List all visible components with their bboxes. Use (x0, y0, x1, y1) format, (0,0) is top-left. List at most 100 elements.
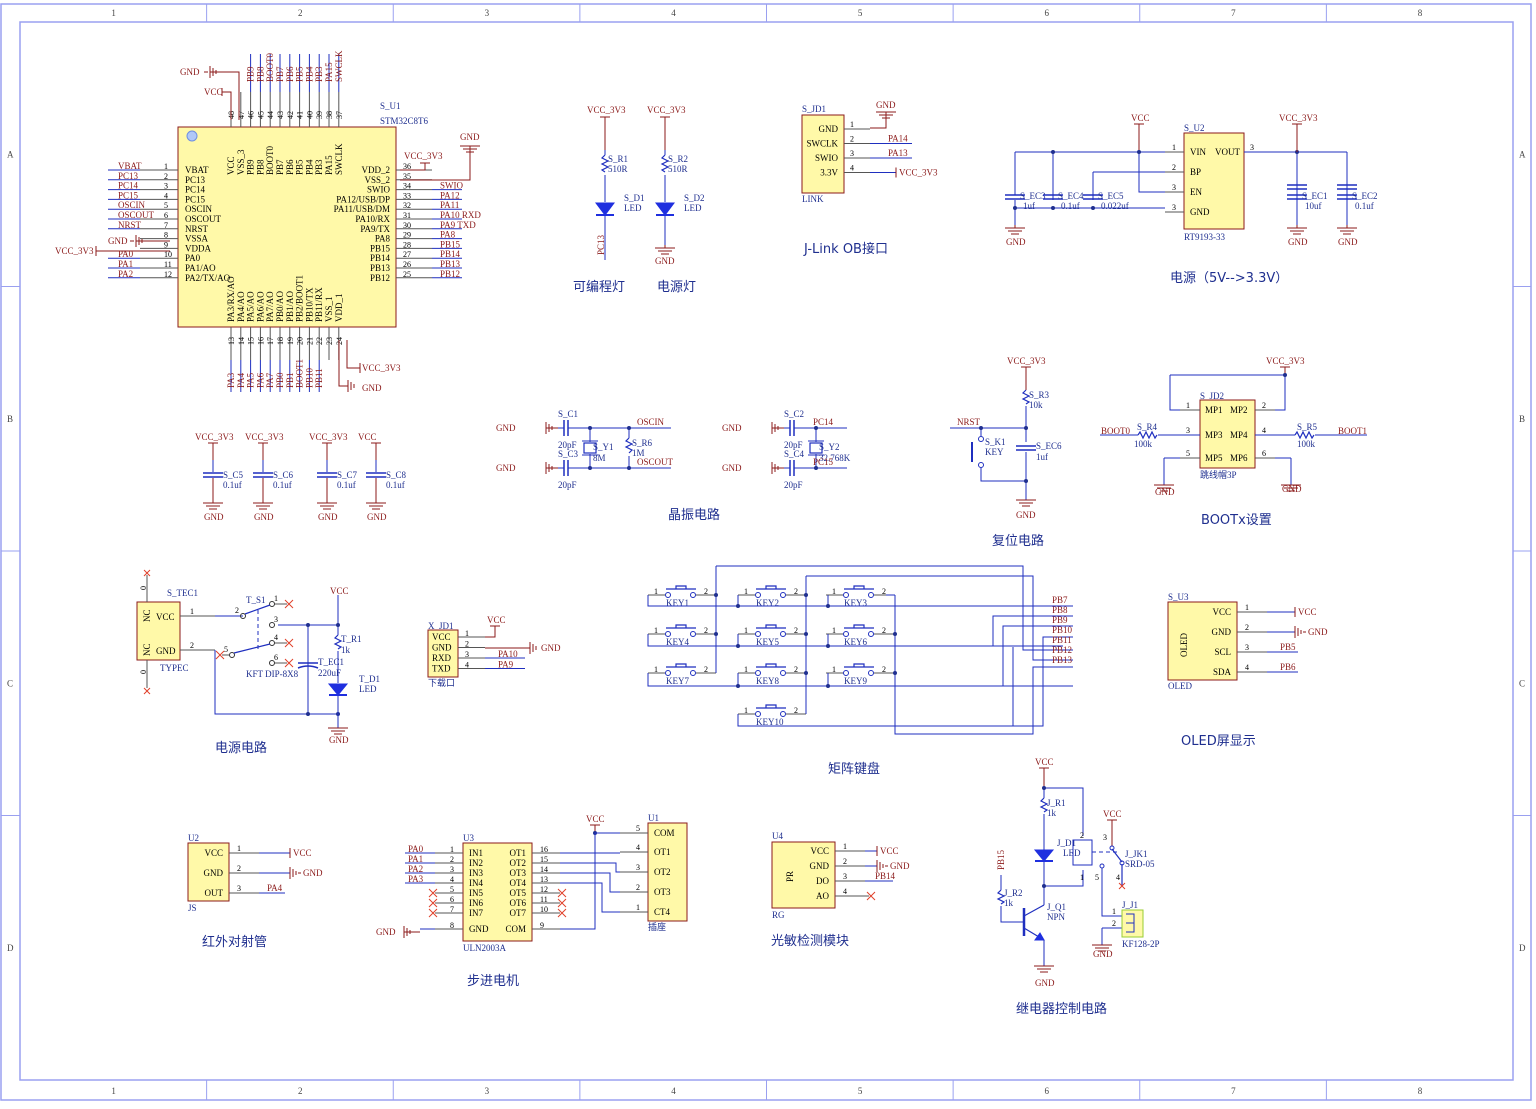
key-button-icon (756, 585, 786, 590)
stepper-pin-number: 2 (450, 855, 454, 864)
stepper-pin-name: OT4 (510, 878, 527, 888)
reset-net: NRST (957, 417, 981, 427)
reg-pin-name: EN (1190, 187, 1202, 197)
pwr-conn-nc2: NC (142, 643, 152, 656)
mcu-net-label: VBAT (118, 161, 142, 171)
crystal-cap-des: S_C1 (558, 409, 578, 419)
download-port: X_JD1 下载口 VCC 1GND 2RXD 3 PA10TXD 4 PA9 VCC GN… (427, 615, 561, 688)
key-contact (665, 670, 671, 676)
mcu-net-label: PB6 (285, 66, 295, 82)
stepper-pin-name: OT7 (510, 908, 527, 918)
vcc-label: VCC (293, 848, 312, 858)
mcu-pin-name: PB4 (304, 159, 314, 175)
light-title: 光敏检测模块 (771, 934, 849, 949)
stepper-net: PA1 (408, 854, 423, 864)
reg-cap-des: S_EC4 (1058, 191, 1084, 201)
stepper-pin-name: IN5 (469, 888, 483, 898)
key-contact (755, 670, 761, 676)
mcu-gnd-bottom: GND (362, 383, 382, 393)
pwr-gnd: GND (329, 735, 349, 745)
boot-gnd-1: GND (1155, 487, 1175, 497)
dl-net: PA9 (498, 660, 514, 670)
stepper-pin-name: COM (505, 924, 526, 934)
mcu-net-label: PA2 (118, 269, 133, 279)
mcu-pin-name: PB15 (370, 243, 391, 253)
decap-des: S_C8 (386, 470, 407, 480)
relay-net: PB15 (996, 849, 1006, 870)
crystal-gnd: GND (496, 423, 516, 433)
switch-pin-number: 2 (235, 606, 239, 615)
key-contact (755, 592, 761, 598)
power-led-title: 电源灯 (657, 280, 696, 295)
gnd-label: GND (1288, 237, 1308, 247)
module-pin-number: 2 (843, 857, 847, 866)
keypad-net: PB8 (1052, 605, 1068, 615)
stepper-circuit: U3 ULN2003A U1 插座 VCC GND 步进电机 1 IN1 PA0 2 I… (376, 813, 688, 989)
stepper-sock-pin-name: OT3 (654, 887, 671, 897)
decap-value: 0.1uf (337, 480, 356, 490)
stepper-pin-number: 10 (540, 905, 548, 914)
ground-icon (1005, 225, 1025, 235)
frame-col-bottom: 1 (111, 1086, 116, 1096)
pin1-marker (186, 130, 198, 142)
boot-r5-des: S_R5 (1297, 422, 1318, 432)
crystal-des: S_Y1 (593, 442, 614, 452)
mcu-pin-name: VCC (226, 156, 236, 175)
crystal-value: 8M (593, 453, 606, 463)
mcu-pin-number: 14 (237, 337, 246, 345)
switch-contact (229, 652, 235, 658)
reg-cap-value: 0.1uf (1061, 201, 1080, 211)
reg-pin-number: 3 (1172, 183, 1176, 192)
pwr-c-val: 220uF (318, 668, 341, 678)
mcu-pin-number: 2 (164, 172, 168, 181)
dl-pin-name: RXD (432, 653, 452, 663)
frame-col-bottom: 4 (671, 1086, 676, 1096)
mcu-pin-number: 35 (403, 172, 411, 181)
mcu-net-label: BOOT0 (265, 53, 275, 82)
jlink-title: J-Link OB接口 (803, 241, 888, 257)
jlink-part: LINK (802, 194, 824, 204)
power-led-r-val: 510R (668, 164, 688, 174)
key-button-icon (756, 663, 786, 668)
mcu-pin-number: 38 (325, 111, 334, 119)
boot-pin-number: 2 (1262, 401, 1266, 410)
pwr-conn-pin-gnd: GND (156, 646, 176, 656)
mcu-net-label: SWIO (440, 181, 463, 191)
frame-row-right: D (1519, 943, 1526, 953)
relay-q-val: NPN (1047, 912, 1066, 922)
stepper-pin-number: 14 (540, 865, 548, 874)
mcu-net-label: PB1 (285, 372, 295, 388)
module-pin-name: DO (816, 876, 829, 886)
mcu-pin-number: 46 (247, 111, 256, 119)
prog-led-icon (595, 202, 615, 216)
mcu-pin-name: PB8 (255, 159, 265, 175)
stepper-gnd: GND (376, 927, 396, 937)
mcu-pin-name: PB2/BOOT1 (295, 275, 305, 322)
pwr-r-val: 1k (341, 645, 351, 655)
mcu-pin-name: PB13 (370, 263, 391, 273)
mcu-pin-number: 28 (403, 240, 411, 249)
module-pin-number: 3 (843, 872, 847, 881)
frame-col-bottom: 6 (1044, 1086, 1049, 1096)
frame-col-top: 8 (1418, 8, 1423, 18)
dl-pin-name: TXD (432, 664, 451, 674)
dl-net: PA10 (498, 649, 518, 659)
module-pin-number: 2 (1245, 623, 1249, 632)
reg-pin-number: 2 (1172, 163, 1176, 172)
mcu-vcc33-bottom: VCC_3V3 (362, 363, 401, 373)
mcu-net-label: PA4 (236, 372, 246, 388)
mcu-pin-name: PB1/AO (285, 290, 295, 322)
mcu-pin-name: VDD_1 (334, 294, 344, 323)
mcu-net-label: NRST (118, 220, 142, 230)
mcu-pin-name: SWCLK (334, 143, 344, 175)
mcu-pin-name: PA7/AO (265, 291, 275, 322)
mcu-pin-number: 5 (164, 201, 168, 210)
frame-col-top: 6 (1044, 8, 1049, 18)
oled-title: OLED屏显示 (1181, 734, 1256, 749)
key-contact (868, 631, 874, 637)
stepper-pin-name: IN6 (469, 898, 483, 908)
power-led-circuit: VCC_3V3 S_R2 510R S_D2 LED GND 电源灯 (647, 105, 705, 295)
stepper-pin-number: 13 (540, 875, 548, 884)
boot-circuit: VCC_3V3 S_JD2 跳线帽3P 1 MP1 MP2 23 MP3 MP4 45 MP5… (1100, 356, 1367, 528)
stepper-pin-name: IN4 (469, 878, 483, 888)
